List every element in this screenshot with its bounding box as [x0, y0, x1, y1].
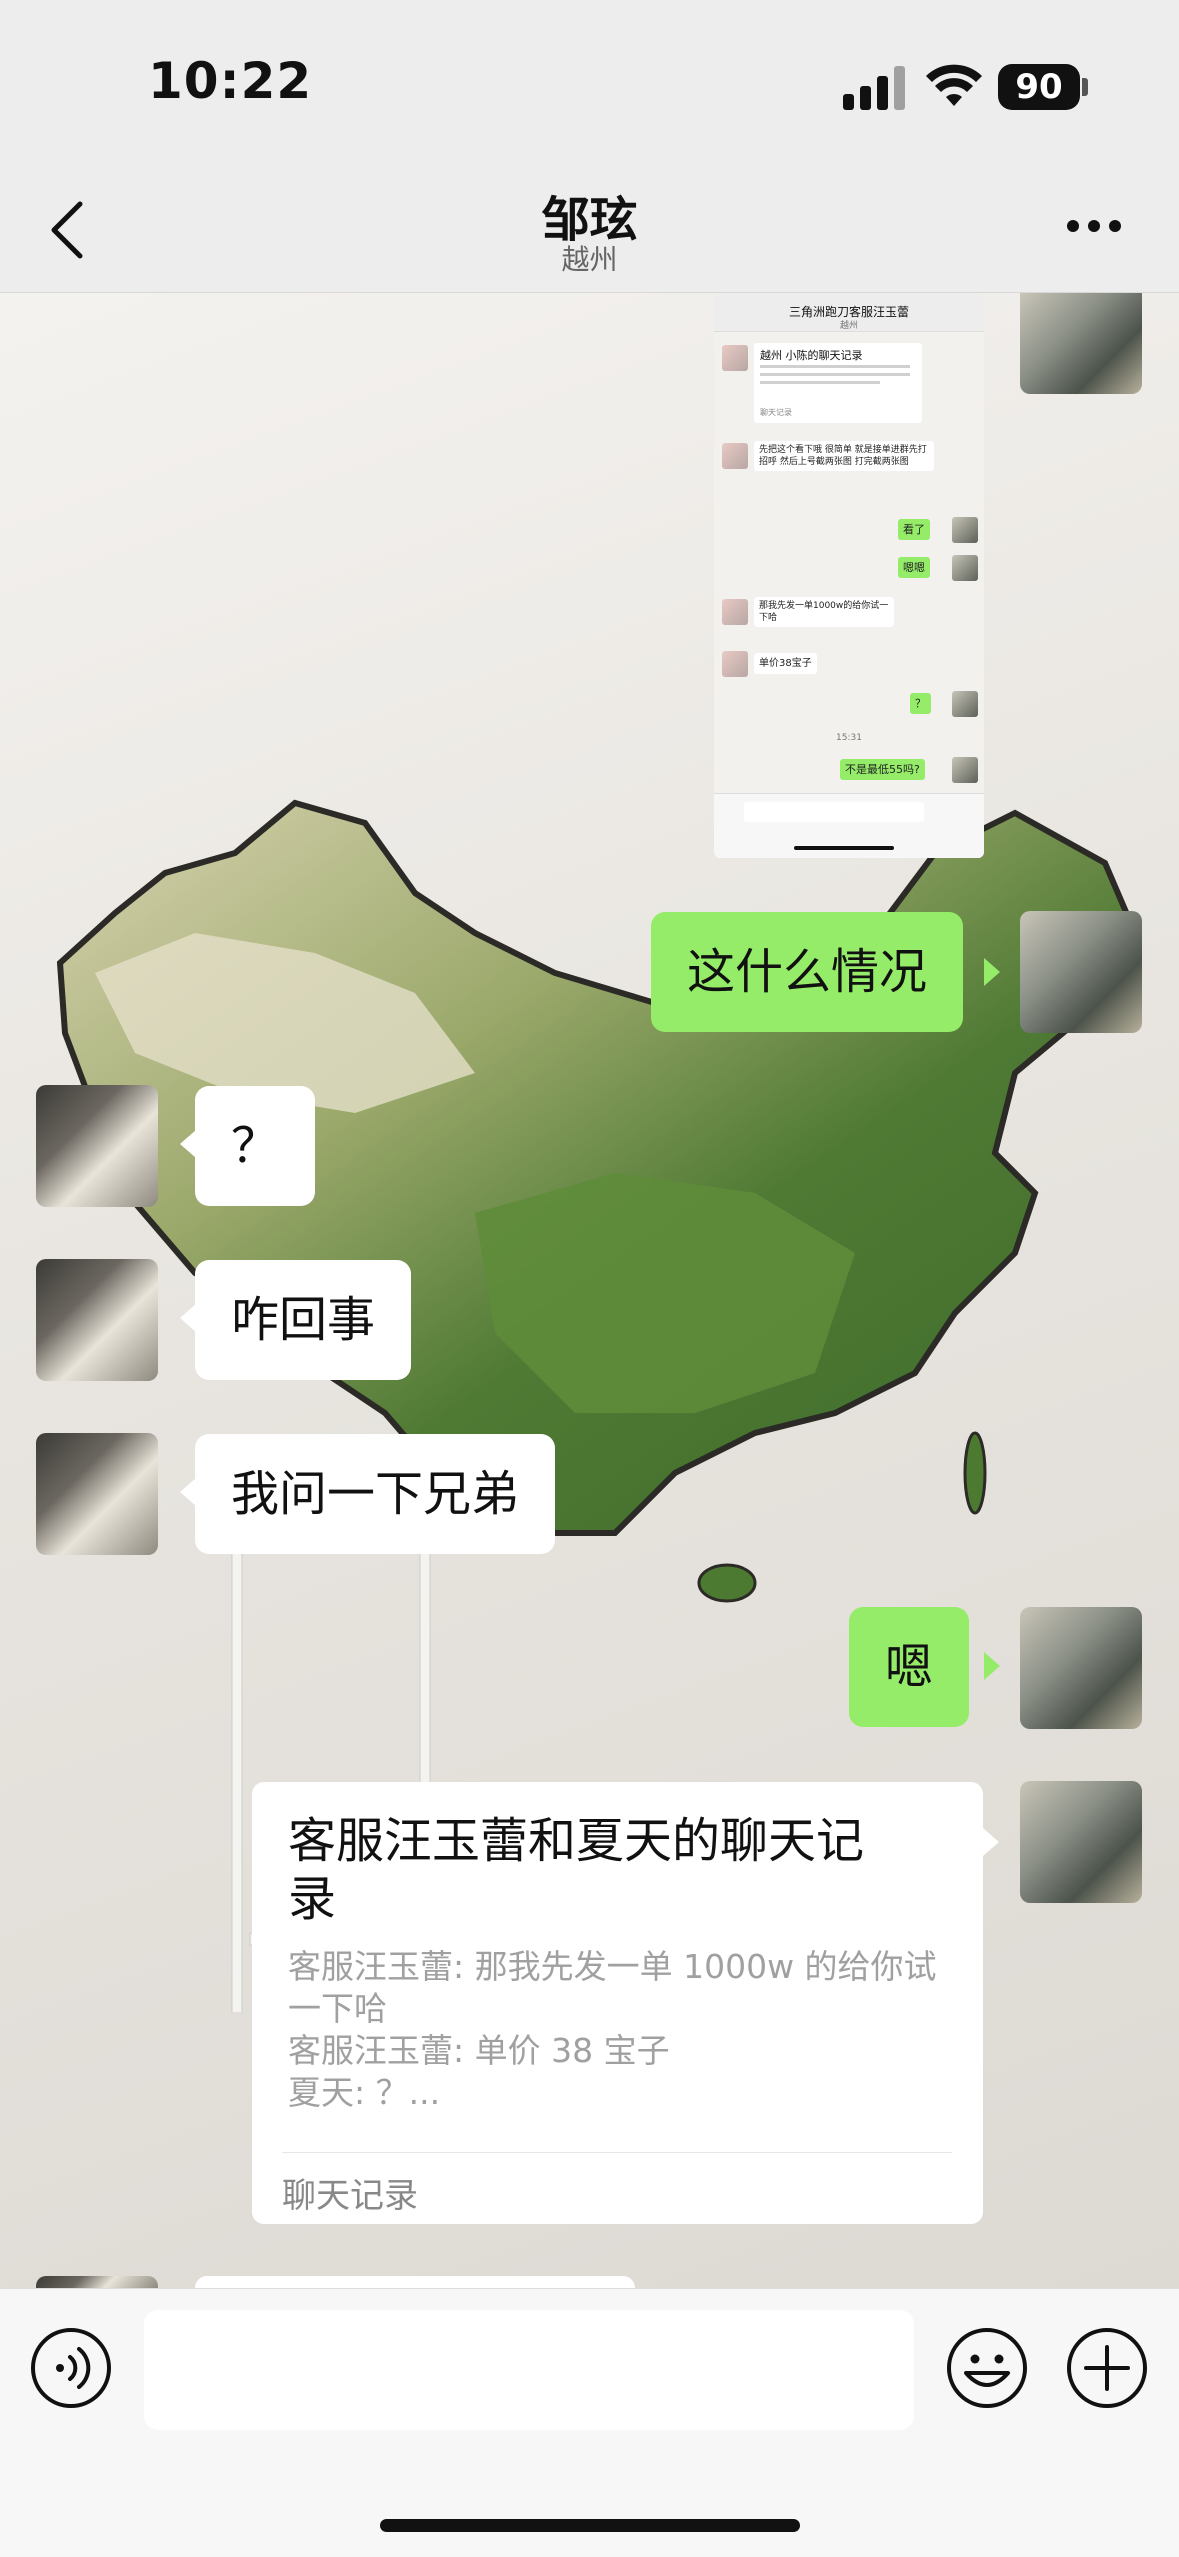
avatar-me[interactable] — [1020, 911, 1142, 1033]
avatar-contact[interactable] — [36, 1085, 158, 1207]
status-time: 10:22 — [148, 52, 313, 110]
wifi-icon — [926, 64, 982, 106]
message-bubble-received[interactable]: 我问一下兄弟 — [195, 1434, 556, 1554]
message-bubble-sent[interactable]: 嗯 — [849, 1607, 970, 1727]
chat-record-preview: 客服汪玉蕾: 那我先发一单 1000w 的给你试一下哈 客服汪玉蕾: 单价 38… — [288, 1946, 958, 2114]
chat-subtitle: 越州 — [561, 243, 618, 276]
shot-avatar-me — [952, 757, 978, 783]
message-bubble-sent[interactable]: 这什么情况 — [651, 912, 964, 1032]
plus-icon[interactable] — [1066, 2327, 1148, 2409]
image-message-screenshot[interactable]: 三角洲跑刀客服汪玉蕾 越州 越州 小陈的聊天记录 聊天记录 先把这个看下哦 很简… — [714, 293, 984, 858]
message-bubble-received[interactable] — [195, 2276, 635, 2288]
shot-msg: 单价38宝子 — [754, 653, 817, 674]
avatar-me[interactable] — [1020, 1607, 1142, 1729]
shot-card-line — [760, 381, 880, 384]
bubble-tail — [984, 1652, 1000, 1680]
avatar-me[interactable] — [1020, 293, 1142, 394]
shot-card-title: 越州 小陈的聊天记录 — [760, 349, 863, 362]
avatar-contact[interactable] — [36, 1433, 158, 1555]
shot-input — [744, 802, 924, 822]
chat-record-line: 客服汪玉蕾: 单价 38 宝子 — [288, 2031, 670, 2070]
chat-record-footer: 聊天记录 — [282, 2176, 418, 2216]
chat-record-line: 夏天: ？... — [288, 2073, 441, 2112]
shot-avatar — [722, 443, 748, 469]
avatar-me[interactable] — [1020, 1781, 1142, 1903]
shot-avatar-me — [952, 555, 978, 581]
shot-subtitle: 越州 — [839, 321, 858, 331]
bubble-tail — [983, 1828, 999, 1856]
shot-avatar — [722, 345, 748, 371]
battery-indicator: 90 — [998, 64, 1080, 110]
message-bubble-received[interactable]: 咋回事 — [195, 1260, 412, 1380]
bubble-tail — [180, 1304, 196, 1332]
message-bubble-received[interactable]: ？ — [195, 1086, 316, 1206]
shot-avatar — [722, 651, 748, 677]
shot-home-indicator — [794, 846, 894, 850]
emoji-icon[interactable] — [946, 2327, 1028, 2409]
signal-icon — [843, 66, 905, 110]
bubble-tail — [984, 958, 1000, 986]
voice-icon[interactable] — [30, 2327, 112, 2409]
chat-record-line: 客服汪玉蕾: 那我先发一单 1000w 的给你试一下哈 — [288, 1947, 937, 2028]
home-indicator — [380, 2519, 800, 2532]
chat-record-divider — [282, 2152, 952, 2153]
battery-tip — [1082, 78, 1088, 96]
shot-msg-sent: 嗯嗯 — [898, 557, 930, 578]
shot-msg-sent: 不是最低55吗? — [840, 759, 925, 780]
shot-card-footer: 聊天记录 — [760, 408, 792, 417]
shot-avatar — [722, 599, 748, 625]
more-dots-icon[interactable] — [1065, 218, 1123, 234]
shot-msg: 先把这个看下哦 很简单 就是接单进群先打招呼 然后上号截两张图 打完截两张图 — [754, 441, 934, 471]
shot-msg-sent: 看了 — [898, 519, 930, 540]
message-input[interactable] — [144, 2310, 914, 2430]
shot-msg-sent: ？ — [910, 693, 931, 714]
shot-msg: 那我先发一单1000w的给你试一下哈 — [754, 597, 894, 627]
shot-timestamp: 15:31 — [836, 733, 862, 743]
bubble-tail — [180, 1130, 196, 1158]
shot-card-line — [760, 365, 910, 368]
shot-avatar-me — [952, 691, 978, 717]
shot-avatar-me — [952, 517, 978, 543]
chat-record-title: 客服汪玉蕾和夏天的聊天记录 — [288, 1813, 865, 1927]
avatar-contact[interactable] — [36, 1259, 158, 1381]
shot-card-line — [760, 373, 910, 376]
avatar-contact[interactable] — [36, 2276, 158, 2288]
shot-input-bar — [714, 793, 984, 858]
shot-record-card: 越州 小陈的聊天记录 聊天记录 — [754, 343, 922, 423]
chat-record-card[interactable]: 客服汪玉蕾和夏天的聊天记录 客服汪玉蕾: 那我先发一单 1000w 的给你试一下… — [252, 1782, 983, 2224]
bubble-tail — [180, 1478, 196, 1506]
